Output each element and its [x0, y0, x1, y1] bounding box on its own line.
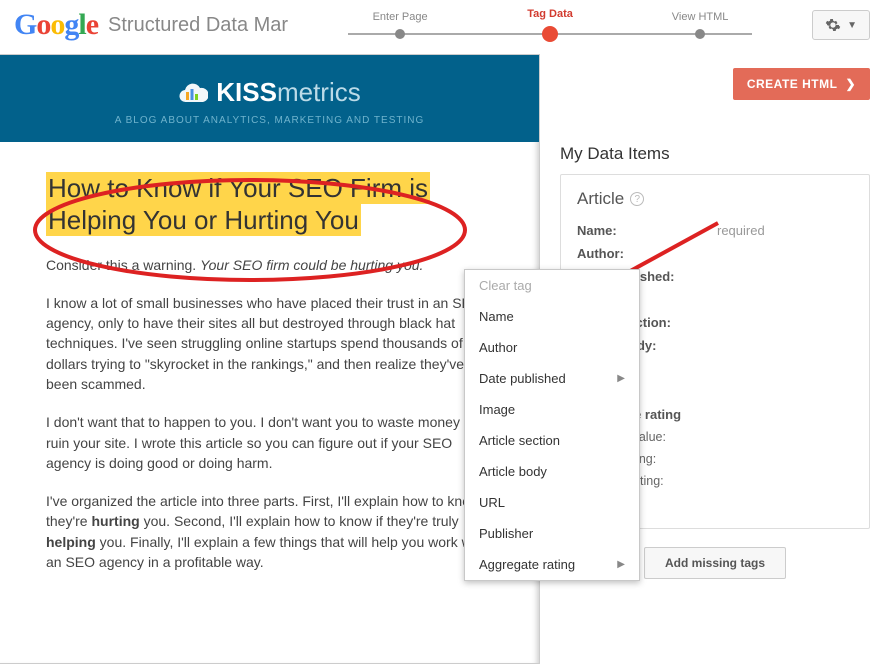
context-menu-item[interactable]: Article body	[465, 456, 639, 487]
context-menu-item[interactable]: Publisher	[465, 518, 639, 549]
caret-down-icon: ▼	[847, 20, 857, 31]
field-row[interactable]: Name:required	[577, 219, 853, 242]
app-header: Google Structured Data Mar Enter Page Ta…	[0, 0, 884, 54]
article-paragraph[interactable]: Consider this a warning. Your SEO firm c…	[46, 255, 493, 275]
progress-stepper: Enter Page Tag Data View HTML	[308, 8, 792, 42]
site-header: KISSmetrics A BLOG ABOUT ANALYTICS, MARK…	[0, 55, 539, 142]
chevron-right-icon: ❯	[845, 77, 856, 91]
cloud-chart-icon	[178, 80, 208, 106]
card-type-heading: Article ?	[577, 189, 853, 209]
context-menu-item[interactable]: Name	[465, 301, 639, 332]
settings-button[interactable]: ▼	[812, 10, 870, 40]
gear-icon	[825, 17, 841, 33]
chevron-right-icon: ▶	[617, 559, 625, 570]
data-items-heading: My Data Items	[560, 100, 870, 164]
context-menu-item[interactable]: URL	[465, 487, 639, 518]
context-menu-item[interactable]: Article section	[465, 425, 639, 456]
context-menu-item[interactable]: Image	[465, 394, 639, 425]
context-menu-item[interactable]: Author	[465, 332, 639, 363]
tool-title: Structured Data Mar	[108, 14, 288, 37]
article-paragraph[interactable]: I've organized the article into three pa…	[46, 491, 493, 572]
chevron-right-icon: ▶	[617, 373, 625, 384]
tag-context-menu[interactable]: Clear tagNameAuthorDate published▶ImageA…	[464, 269, 640, 581]
create-html-button[interactable]: CREATE HTML ❯	[733, 68, 870, 100]
article-title[interactable]: How to Know if Your SEO Firm is Helping …	[46, 172, 430, 237]
site-tagline: A BLOG ABOUT ANALYTICS, MARKETING AND TE…	[10, 115, 529, 126]
context-menu-item[interactable]: Aggregate rating▶	[465, 549, 639, 580]
field-row[interactable]: Author:	[577, 242, 853, 265]
article-content[interactable]: How to Know if Your SEO Firm is Helping …	[0, 142, 539, 603]
page-preview-pane[interactable]: KISSmetrics A BLOG ABOUT ANALYTICS, MARK…	[0, 54, 540, 664]
article-paragraph[interactable]: I know a lot of small businesses who hav…	[46, 293, 493, 394]
add-missing-tags-button[interactable]: Add missing tags	[644, 547, 786, 579]
article-paragraph[interactable]: I don't want that to happen to you. I do…	[46, 412, 493, 473]
step-view-html[interactable]: View HTML	[625, 11, 775, 39]
google-logo: Google	[14, 8, 98, 42]
step-enter-page[interactable]: Enter Page	[325, 11, 475, 39]
step-tag-data[interactable]: Tag Data	[475, 8, 625, 42]
help-icon[interactable]: ?	[630, 192, 644, 206]
context-menu-item: Clear tag	[465, 270, 639, 301]
context-menu-item[interactable]: Date published▶	[465, 363, 639, 394]
